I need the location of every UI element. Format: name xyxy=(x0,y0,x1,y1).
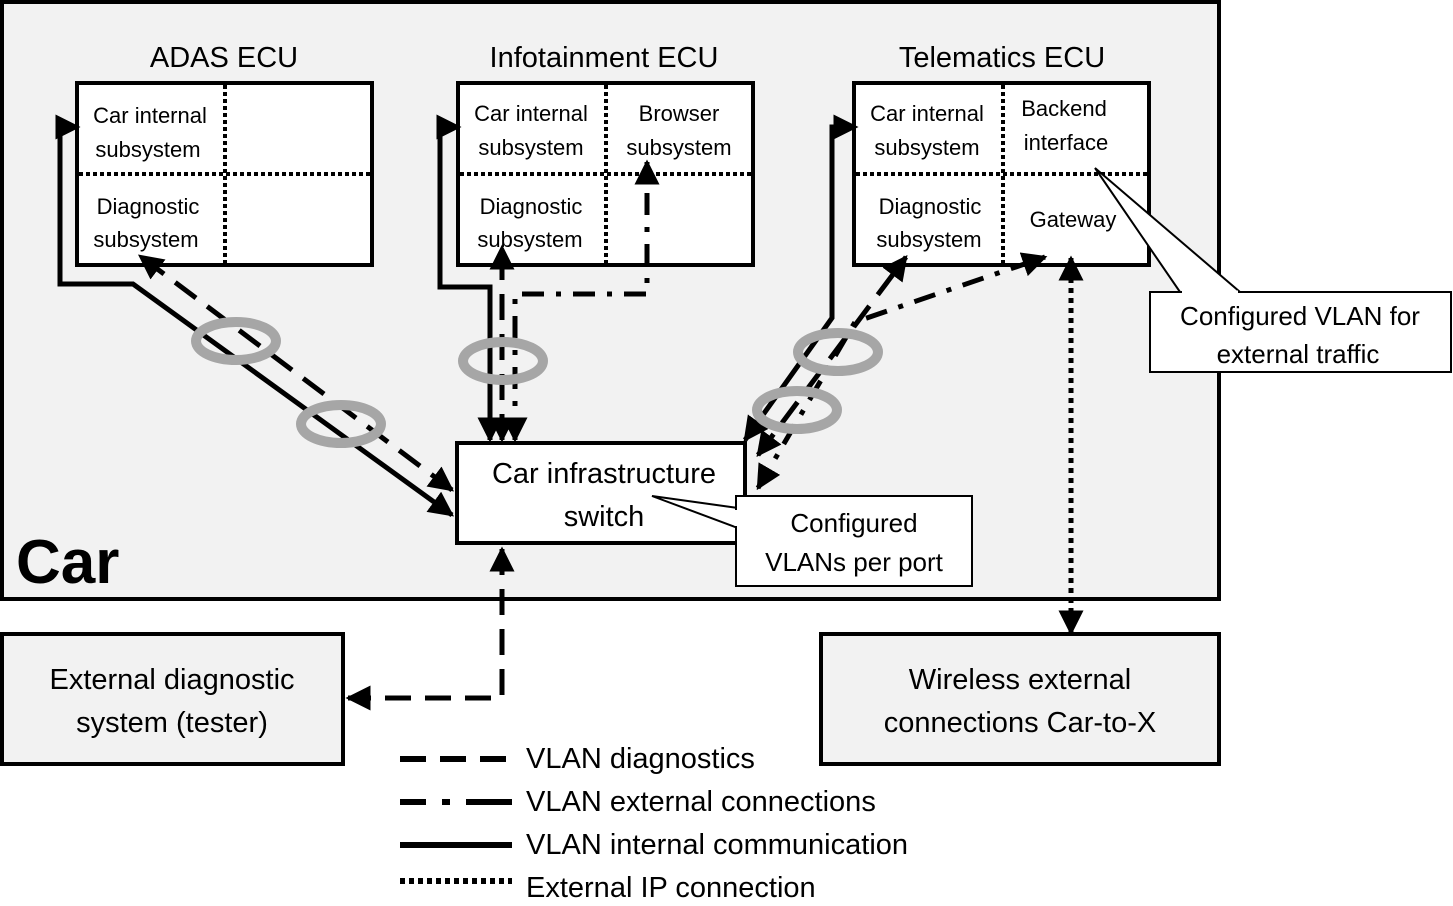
tele-cell-top-left-2: subsystem xyxy=(874,135,979,160)
info-cell-top-right-2: subsystem xyxy=(626,135,731,160)
switch-label-line1: Car infrastructure xyxy=(492,458,716,490)
wireless-car-to-x-box: Wireless external connections Car-to-X xyxy=(819,632,1221,766)
adas-cell-bottom-left-2: subsystem xyxy=(93,227,198,252)
ecu-box-adas: Car internal subsystem Diagnostic subsys… xyxy=(75,81,374,267)
tele-cell-top-right-1: Backend xyxy=(1021,96,1107,121)
wireless-label-line2: connections Car-to-X xyxy=(884,707,1156,739)
wireless-label-line1: Wireless external xyxy=(909,664,1131,696)
ecu-title-adas: ADAS ECU xyxy=(150,42,298,74)
external-tester-box: External diagnostic system (tester) xyxy=(0,632,345,766)
ecu-box-telematics: Car internal subsystem Backend interface… xyxy=(852,81,1151,267)
legend: VLAN diagnostics VLAN external connectio… xyxy=(400,743,908,904)
info-cell-top-right-1: Browser xyxy=(639,101,720,126)
ecu-title-telematics: Telematics ECU xyxy=(899,42,1105,74)
info-cell-bottom-left-1: Diagnostic xyxy=(480,194,583,219)
tele-cell-bottom-left-1: Diagnostic xyxy=(879,194,982,219)
callout-vlans-per-port-line2: VLANs per port xyxy=(765,547,944,577)
tele-cell-top-left-1: Car internal xyxy=(870,101,984,126)
car-label: Car xyxy=(16,528,119,597)
switch-label-line2: switch xyxy=(564,501,645,533)
tele-cell-bottom-left-2: subsystem xyxy=(876,227,981,252)
legend-label-diagnostics: VLAN diagnostics xyxy=(526,743,755,775)
ecu-title-infotainment: Infotainment ECU xyxy=(490,42,719,74)
adas-cell-top-left-1: Car internal xyxy=(93,103,207,128)
legend-label-internal-communication: VLAN internal communication xyxy=(526,829,908,861)
infrastructure-switch: Car infrastructure switch xyxy=(455,441,747,545)
callout-vlans-per-port-line1: Configured xyxy=(790,508,917,538)
callout-vlan-external-line2: external traffic xyxy=(1217,339,1380,369)
adas-cell-bottom-left-1: Diagnostic xyxy=(97,194,200,219)
tele-cell-top-right-2: interface xyxy=(1024,130,1108,155)
callout-vlan-external-line1: Configured VLAN for xyxy=(1180,301,1420,331)
tele-cell-bottom-right-1: Gateway xyxy=(1030,207,1117,232)
info-cell-top-left-1: Car internal xyxy=(474,101,588,126)
info-cell-bottom-left-2: subsystem xyxy=(477,227,582,252)
tester-label-line1: External diagnostic xyxy=(49,664,294,696)
legend-label-external-connections: VLAN external connections xyxy=(526,786,876,818)
adas-cell-top-left-2: subsystem xyxy=(95,137,200,162)
info-cell-top-left-2: subsystem xyxy=(478,135,583,160)
tester-label-line2: system (tester) xyxy=(76,707,268,739)
vlan-architecture-diagram: Car ADAS ECU Infotainment ECU Telematics… xyxy=(0,0,1452,904)
ecu-box-infotainment: Car internal subsystem Browser subsystem… xyxy=(456,81,755,267)
legend-label-external-ip: External IP connection xyxy=(526,872,816,904)
